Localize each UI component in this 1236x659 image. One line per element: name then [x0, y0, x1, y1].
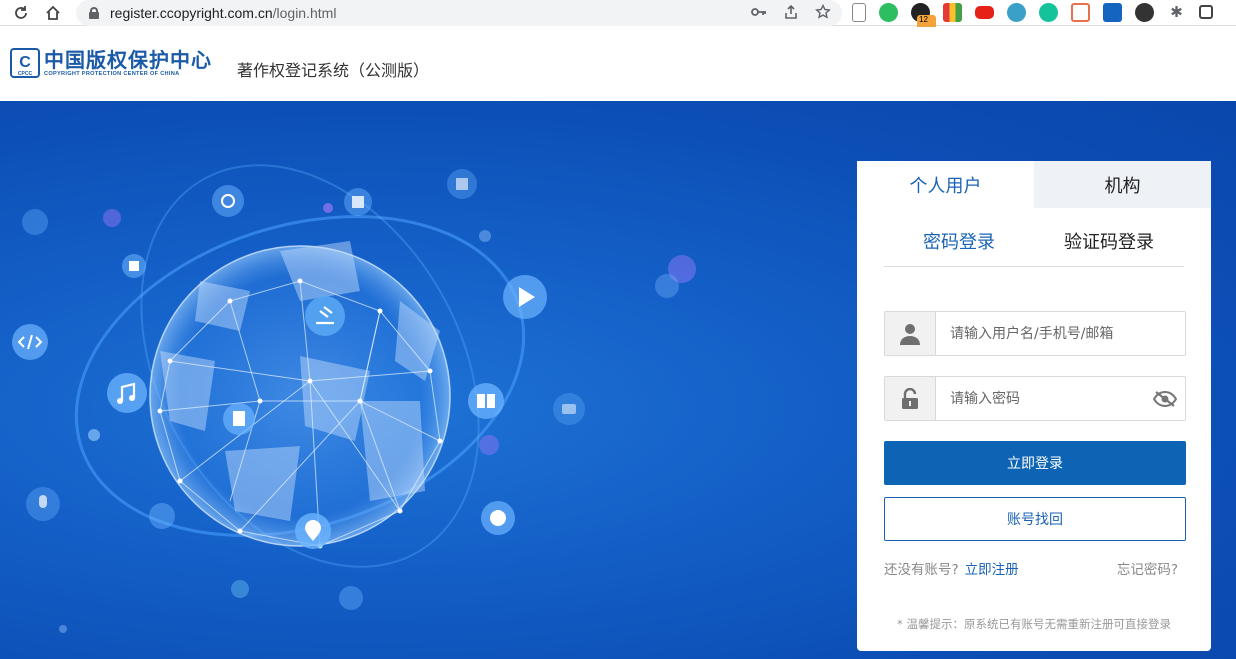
- account-recovery-button[interactable]: 账号找回: [884, 497, 1186, 541]
- login-tip: * 温馨提示：原系统已有账号无需重新注册可直接登录: [897, 617, 1171, 631]
- url-text[interactable]: register.ccopyright.com.cn/login.html: [110, 5, 336, 21]
- eye-hidden-icon[interactable]: [1145, 390, 1185, 408]
- camera-bubble-icon: [553, 393, 585, 425]
- login-button[interactable]: 立即登录: [884, 441, 1186, 485]
- music-bubble-icon: [107, 373, 147, 413]
- tab-code-login[interactable]: 验证码登录: [1034, 225, 1184, 266]
- logo-mark-letter: C: [19, 54, 31, 71]
- download-icon[interactable]: [1103, 3, 1122, 22]
- color-grid-icon[interactable]: [943, 3, 962, 22]
- copyright-logo-icon: C CPCC: [10, 48, 40, 78]
- logo-title-cn: 中国版权保护中心: [44, 48, 212, 72]
- reading-list-icon[interactable]: [852, 3, 866, 22]
- dance-bubble-icon: [339, 586, 363, 610]
- tab-personal-user[interactable]: 个人用户: [857, 161, 1034, 208]
- cpcc-logo[interactable]: C CPCC 中国版权保护中心 COPYRIGHT PROTECTION CEN…: [10, 48, 212, 78]
- unlock-icon: [885, 377, 936, 420]
- forgot-password-link[interactable]: 忘记密码?: [1117, 558, 1178, 578]
- hexagon-icon[interactable]: [1007, 3, 1026, 22]
- building-bubble-icon: [344, 188, 372, 216]
- calendar-icon[interactable]: [1071, 3, 1090, 22]
- address-bar[interactable]: register.ccopyright.com.cn/login.html: [76, 0, 842, 26]
- key-icon[interactable]: [750, 3, 768, 21]
- image-bubble-icon: [447, 169, 477, 199]
- user-icon: [885, 312, 936, 355]
- mic-bubble-icon: [26, 487, 60, 521]
- film-bubble-icon: [212, 185, 244, 217]
- username-field: [884, 311, 1186, 356]
- auth-links: 还没有账号? 立即注册 忘记密码?: [884, 558, 1186, 578]
- grammarly-icon[interactable]: [1039, 3, 1058, 22]
- login-card: 个人用户 机构 密码登录 验证码登录 立即登录 账号找回 还没有账号? 立即注册 …: [857, 161, 1211, 651]
- new-badge-icon[interactable]: [1135, 3, 1154, 22]
- password-input[interactable]: [936, 378, 1145, 419]
- tab-password-login[interactable]: 密码登录: [884, 225, 1034, 266]
- system-title: 著作权登记系统（公测版）: [237, 61, 430, 80]
- compass-bubble-icon: [22, 209, 48, 235]
- gavel-bubble-icon: [305, 296, 345, 336]
- evernote-icon[interactable]: [879, 3, 898, 22]
- mask-bubble-icon: [149, 503, 175, 529]
- extensions-puzzle-icon[interactable]: ✱: [1167, 3, 1186, 22]
- no-account-text: 还没有账号?: [884, 562, 959, 578]
- document-bubble-icon: [223, 403, 255, 435]
- register-link[interactable]: 立即注册: [965, 562, 1019, 578]
- book-bubble-icon: [468, 383, 504, 419]
- site-header: C CPCC 中国版权保护中心 COPYRIGHT PROTECTION CEN…: [0, 27, 1236, 101]
- home-icon[interactable]: [42, 2, 64, 24]
- sidepanel-icon[interactable]: [1199, 5, 1213, 19]
- username-input[interactable]: [936, 313, 1185, 354]
- user-type-tabs: 个人用户 机构: [857, 161, 1211, 208]
- location-bubble-icon: [295, 513, 331, 549]
- share-icon[interactable]: [782, 3, 800, 21]
- github-icon[interactable]: 12: [911, 3, 936, 34]
- lock-icon[interactable]: [88, 7, 100, 19]
- play-bubble-icon: [503, 275, 547, 319]
- youtube-icon[interactable]: [975, 6, 994, 19]
- reload-icon[interactable]: [10, 2, 32, 24]
- browser-toolbar: register.ccopyright.com.cn/login.html 12…: [0, 0, 1236, 34]
- tab-organization[interactable]: 机构: [1034, 161, 1211, 208]
- code-bubble-icon: [12, 324, 48, 360]
- palette-bubble-icon: [481, 501, 515, 535]
- login-method-tabs: 密码登录 验证码登录: [884, 225, 1184, 267]
- cube-bubble-icon: [122, 254, 146, 278]
- logo-mark-small: CPCC: [17, 71, 33, 77]
- password-field: [884, 376, 1186, 421]
- bookmark-star-icon[interactable]: [814, 3, 832, 21]
